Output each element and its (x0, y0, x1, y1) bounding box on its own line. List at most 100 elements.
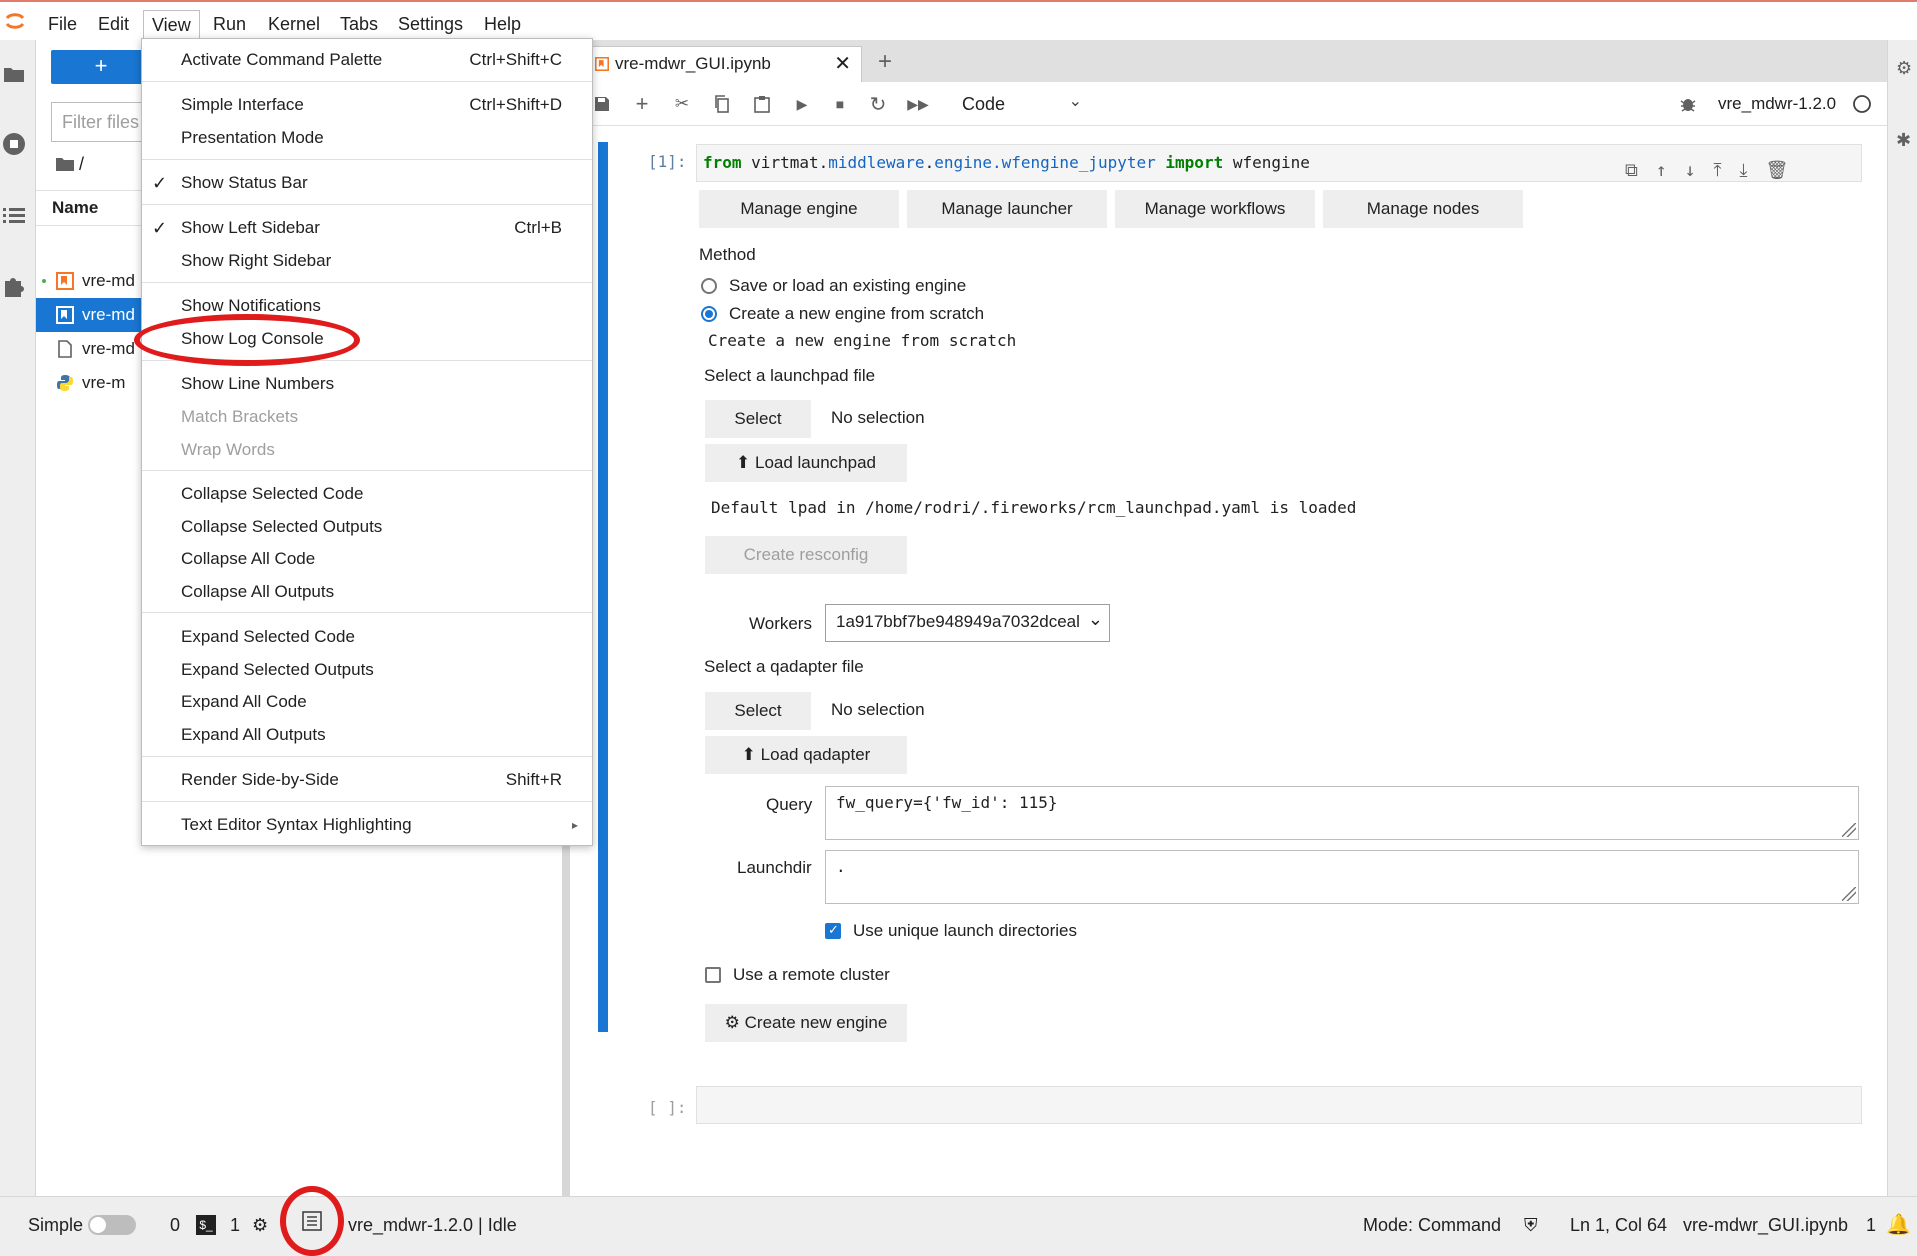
insert-cell-icon[interactable]: + (630, 91, 654, 116)
menuitem-activate-command-palette[interactable]: Activate Command Palette Ctrl+Shift+C (142, 44, 592, 76)
launchdir-value: . (836, 857, 846, 876)
cut-icon[interactable]: ✂ (670, 92, 694, 116)
stop-icon[interactable]: ■ (828, 92, 852, 116)
menuitem-label: Expand All Outputs (181, 725, 326, 744)
menu-file[interactable]: File (40, 10, 85, 38)
tab-notebook[interactable]: vre-mdwr_GUI.ipynb ✕ (590, 46, 862, 82)
active-cell-indicator[interactable] (598, 142, 608, 1032)
select-qadapter-button[interactable]: Select (705, 692, 811, 730)
radio-create-engine[interactable] (701, 306, 717, 322)
manage-engine-button[interactable]: Manage engine (699, 190, 899, 228)
simple-mode-toggle[interactable] (88, 1215, 136, 1235)
file-name: vre-md (82, 339, 135, 358)
unique-dirs-checkbox[interactable] (825, 922, 841, 939)
load-qadapter-button[interactable]: ⬆ Load qadapter (705, 736, 907, 774)
property-inspector-icon[interactable]: ⚙ (1896, 58, 1912, 79)
breadcrumb[interactable]: / (56, 154, 84, 175)
menu-edit[interactable]: Edit (90, 10, 137, 38)
duplicate-cell-icon[interactable]: ⧉ (1625, 153, 1638, 189)
kernel-name[interactable]: vre_mdwr-1.2.0 (1718, 92, 1836, 116)
menuitem-simple-interface[interactable]: Simple Interface Ctrl+Shift+D (142, 89, 592, 121)
manage-launcher-button[interactable]: Manage launcher (907, 190, 1107, 228)
resize-grip-icon[interactable] (1842, 887, 1856, 901)
radio-load-engine-label[interactable]: Save or load an existing engine (729, 276, 966, 296)
terminal-count[interactable]: 0 (170, 1213, 180, 1237)
extensions-icon[interactable] (0, 272, 28, 300)
running-sessions-icon[interactable] (0, 130, 28, 158)
save-icon[interactable] (590, 92, 614, 116)
debugger-icon[interactable] (1676, 92, 1700, 116)
bell-icon[interactable]: 🔔 (1886, 1213, 1911, 1237)
paste-icon[interactable] (750, 92, 774, 116)
notification-count[interactable]: 1 (1866, 1213, 1876, 1237)
menuitem-expand-all-outputs[interactable]: Expand All Outputs (142, 719, 592, 751)
menuitem-show-line-numbers[interactable]: Show Line Numbers (142, 368, 592, 400)
close-tab-icon[interactable]: ✕ (834, 47, 851, 81)
remote-cluster-label[interactable]: Use a remote cluster (733, 965, 890, 985)
menuitem-expand-selected-code[interactable]: Expand Selected Code (142, 621, 592, 653)
cell-type-select[interactable]: Code ⌄ (962, 92, 1082, 116)
select-launchpad-button[interactable]: Select (705, 400, 811, 438)
move-down-icon[interactable]: ↓ (1685, 153, 1696, 189)
menuitem-render-side-by-side[interactable]: Render Side-by-Side Shift+R (142, 764, 592, 796)
menuitem-collapse-all-code[interactable]: Collapse All Code (142, 543, 592, 575)
menu-help[interactable]: Help (476, 10, 529, 38)
new-launcher-button[interactable]: + (51, 50, 151, 84)
menuitem-expand-all-code[interactable]: Expand All Code (142, 686, 592, 718)
table-of-contents-icon[interactable] (0, 202, 28, 230)
empty-code-cell[interactable] (696, 1086, 1862, 1124)
menuitem-presentation-mode[interactable]: Presentation Mode (142, 122, 592, 154)
query-textarea[interactable]: fw_query={'fw_id': 115} (825, 786, 1859, 840)
menu-settings[interactable]: Settings (390, 10, 471, 38)
create-resconfig-button[interactable]: Create resconfig (705, 536, 907, 574)
menuitem-show-status-bar[interactable]: ✓ Show Status Bar (142, 167, 592, 199)
resize-grip-icon[interactable] (1842, 823, 1856, 837)
create-new-engine-button[interactable]: ⚙ Create new engine (705, 1004, 907, 1042)
menu-tabs[interactable]: Tabs (332, 10, 386, 38)
remote-cluster-checkbox[interactable] (705, 967, 721, 983)
create-new-engine-label: Create new engine (744, 1013, 888, 1032)
menu-view[interactable]: View (143, 10, 200, 38)
menuitem-show-right-sidebar[interactable]: Show Right Sidebar (142, 245, 592, 277)
workers-select[interactable]: 1a917bbf7be948949a7032dceal ⌄ (825, 604, 1110, 642)
add-tab-button[interactable]: + (870, 48, 900, 78)
load-launchpad-button[interactable]: ⬆ Load launchpad (705, 444, 907, 482)
restart-run-all-icon[interactable]: ▶▶ (906, 92, 930, 116)
menuitem-show-left-sidebar[interactable]: ✓ Show Left Sidebar Ctrl+B (142, 212, 592, 244)
insert-below-icon[interactable]: ⤓ (1740, 153, 1748, 189)
restart-icon[interactable]: ↻ (866, 92, 890, 116)
menuitem-text-editor-syntax-highlighting[interactable]: Text Editor Syntax Highlighting ▸ (142, 809, 592, 841)
kernel-count[interactable]: 1 (230, 1213, 240, 1237)
launchdir-textarea[interactable]: . (825, 850, 1859, 904)
notebook-mode[interactable]: Mode: Command (1363, 1213, 1501, 1237)
cursor-position[interactable]: Ln 1, Col 64 (1570, 1213, 1667, 1237)
menu-kernel[interactable]: Kernel (260, 10, 328, 38)
manage-nodes-button[interactable]: Manage nodes (1323, 190, 1523, 228)
menuitem-collapse-selected-code[interactable]: Collapse Selected Code (142, 478, 592, 510)
insert-above-icon[interactable]: ⤒ (1714, 153, 1722, 189)
check-icon: ✓ (152, 218, 168, 238)
trusted-shield-icon[interactable]: ⛨ (1524, 1213, 1538, 1237)
chevron-down-icon: ⌄ (1087, 609, 1103, 629)
kernel-chip-icon[interactable]: ⚙ (252, 1213, 268, 1237)
breadcrumb-root[interactable]: / (79, 154, 84, 174)
debugger-icon[interactable]: ✱ (1896, 130, 1911, 151)
folder-icon[interactable] (0, 60, 28, 88)
menuitem-collapse-all-outputs[interactable]: Collapse All Outputs (142, 576, 592, 608)
notebook-panel: vre-mdwr_GUI.ipynb ✕ + + ✂ ▶ ■ ↻ ▶▶ Code… (570, 40, 1887, 1196)
kernel-status[interactable]: vre_mdwr-1.2.0 | Idle (348, 1213, 517, 1237)
move-up-icon[interactable]: ↑ (1656, 153, 1667, 189)
menu-run[interactable]: Run (205, 10, 254, 38)
manage-workflows-button[interactable]: Manage workflows (1115, 190, 1315, 228)
radio-load-engine[interactable] (701, 278, 717, 294)
delete-cell-icon[interactable]: 🗑 (1765, 153, 1788, 189)
unique-dirs-label[interactable]: Use unique launch directories (853, 921, 1077, 941)
radio-create-engine-label[interactable]: Create a new engine from scratch (729, 304, 984, 324)
run-icon[interactable]: ▶ (790, 92, 814, 116)
menuitem-expand-selected-outputs[interactable]: Expand Selected Outputs (142, 654, 592, 686)
copy-icon[interactable] (710, 92, 734, 116)
menuitem-label: Expand Selected Code (181, 627, 355, 646)
code-cell-input[interactable]: from virtmat.middleware.engine.wfengine_… (696, 144, 1862, 182)
terminal-icon[interactable]: $_ (196, 1215, 216, 1235)
menuitem-collapse-selected-outputs[interactable]: Collapse Selected Outputs (142, 511, 592, 543)
